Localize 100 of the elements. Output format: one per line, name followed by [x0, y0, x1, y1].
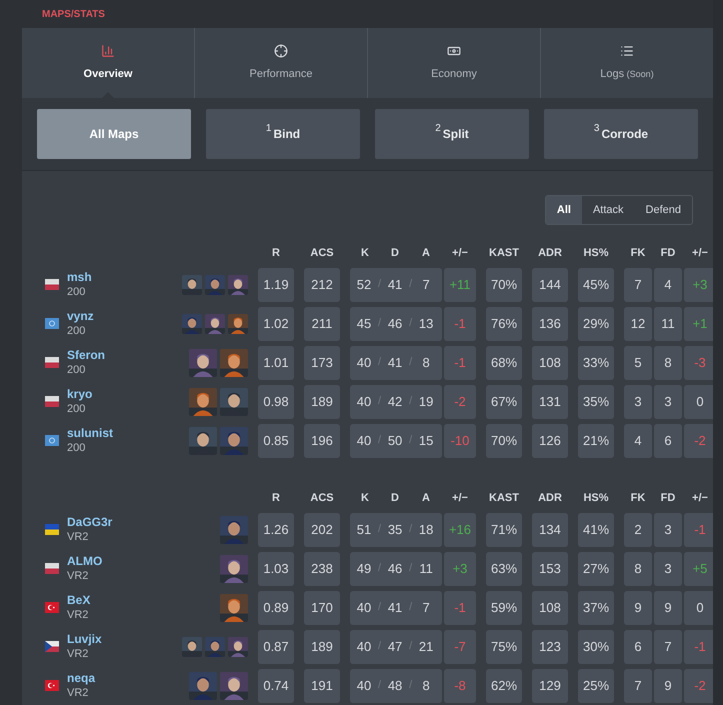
separator-slash: / — [378, 394, 382, 410]
kast-cell: 68% — [486, 346, 522, 380]
map-button[interactable]: $^{1}$ Bind — [206, 109, 360, 159]
kda-number: 40 — [356, 432, 372, 450]
acs-cell: 238 — [304, 552, 340, 586]
adr-cell: 131 — [532, 384, 568, 418]
kast-cell: 70% — [486, 268, 522, 302]
player-name[interactable]: BeX — [67, 592, 90, 608]
acs-cell: 196 — [304, 424, 340, 458]
team-tag: VR2 — [67, 646, 102, 662]
player-name[interactable]: vynz — [67, 308, 94, 324]
kd-diff-cell: +3 — [444, 552, 476, 586]
kast-cell: 76% — [486, 306, 522, 340]
fk-diff-cell: -1 — [684, 630, 716, 664]
rating-cell: 1.03 — [258, 552, 294, 586]
fk-diff-cell: -2 — [684, 424, 716, 458]
side-filter-option[interactable]: All — [546, 196, 582, 224]
first-kills-cell: 4 — [624, 424, 652, 458]
side-filter-option[interactable]: Defend — [634, 196, 692, 224]
first-kills-cell: 3 — [624, 384, 652, 418]
separator-slash: / — [409, 522, 412, 538]
section-title: MAPS/STATS — [42, 8, 105, 22]
kast-cell: 62% — [486, 668, 522, 702]
kda-number: 40 — [356, 676, 372, 695]
team-tag: 200 — [67, 324, 94, 338]
kda-number: 40 — [356, 392, 372, 411]
adr-cell: 129 — [532, 668, 568, 702]
rating-cell: 1.02 — [258, 306, 294, 340]
fk-diff-cell: 0 — [684, 384, 716, 418]
first-deaths-cell: 7 — [654, 630, 682, 664]
kda-number: 8 — [422, 676, 431, 695]
separator-slash: / — [409, 355, 412, 370]
kda-number: 40 — [356, 638, 372, 656]
adr-cell: 123 — [532, 630, 568, 664]
player-name[interactable]: msh — [67, 270, 92, 284]
first-kills-cell: 7 — [624, 668, 652, 702]
separator-slash: / — [378, 522, 382, 538]
first-kills-cell: 5 — [624, 346, 652, 380]
kd-diff-cell: +16 — [444, 512, 476, 546]
first-deaths-cell: 11 — [654, 306, 682, 340]
kda-number: 21 — [418, 638, 434, 656]
first-deaths-cell: 3 — [654, 552, 682, 586]
bar-chart-icon — [101, 44, 115, 58]
kda-number: 42 — [386, 392, 404, 411]
player-name[interactable]: DaGG3r — [67, 514, 112, 530]
separator-slash: / — [378, 277, 382, 292]
map-button[interactable]: $^{2}$ Split — [375, 109, 529, 159]
kda-number: 7 — [422, 276, 431, 294]
kda-number: 48 — [386, 676, 404, 695]
first-deaths-cell: 3 — [654, 384, 682, 418]
kda-number: 41 — [386, 354, 404, 372]
kda-number: 46 — [386, 314, 404, 333]
team-tag: 200 — [67, 440, 114, 456]
column-header: K — [361, 490, 369, 506]
rating-cell: 0.89 — [258, 590, 294, 624]
player-name[interactable]: kryo — [67, 386, 92, 402]
column-header: ADR — [538, 490, 562, 506]
kd-diff-cell: -2 — [444, 384, 476, 418]
kd-diff-cell: -1 — [444, 306, 476, 340]
kda-number: 8 — [422, 354, 431, 372]
team-tag: 200 — [67, 362, 106, 378]
first-kills-cell: 9 — [624, 590, 652, 624]
column-header: HS% — [583, 246, 609, 261]
fk-diff-cell: -2 — [684, 668, 716, 702]
column-header: R — [272, 246, 280, 261]
first-deaths-cell: 6 — [654, 424, 682, 458]
separator-slash: / — [409, 316, 412, 332]
separator-slash: / — [378, 600, 382, 616]
acs-cell: 212 — [304, 268, 340, 302]
team-tag: VR2 — [67, 608, 90, 622]
kda-number: 52 — [356, 276, 372, 294]
rating-cell: 1.01 — [258, 346, 294, 380]
acs-cell: 191 — [304, 668, 340, 702]
adr-cell: 108 — [532, 346, 568, 380]
player-name[interactable]: Sferon — [67, 348, 106, 362]
kda-number: 35 — [386, 520, 404, 539]
separator-slash: / — [378, 433, 382, 448]
kd-diff-cell: -8 — [444, 668, 476, 702]
fk-diff-cell: -1 — [684, 512, 716, 546]
kda-number: 13 — [418, 314, 434, 333]
player-name[interactable]: ALMO — [67, 554, 102, 568]
hs-cell: 45% — [578, 268, 614, 302]
fk-diff-cell: -3 — [684, 346, 716, 380]
kast-cell: 71% — [486, 512, 522, 546]
team-tag: VR2 — [67, 568, 102, 584]
team-tag: VR2 — [67, 530, 112, 544]
rating-cell: 0.85 — [258, 424, 294, 458]
kda-number: 18 — [418, 520, 434, 539]
player-name[interactable]: neqa — [67, 670, 96, 686]
player-name[interactable]: Luvjix — [67, 632, 102, 646]
map-button[interactable]: All Maps — [37, 109, 191, 159]
column-header: HS% — [583, 490, 609, 506]
first-kills-cell: 8 — [624, 552, 652, 586]
separator-slash: / — [378, 561, 382, 576]
map-button[interactable]: $^{3}$ Corrode — [544, 109, 698, 159]
kda-number: 45 — [356, 314, 372, 333]
player-name[interactable]: sulunist — [67, 426, 114, 440]
separator-slash: / — [378, 316, 382, 332]
side-filter-option[interactable]: Attack — [582, 196, 635, 224]
acs-cell: 173 — [304, 346, 340, 380]
